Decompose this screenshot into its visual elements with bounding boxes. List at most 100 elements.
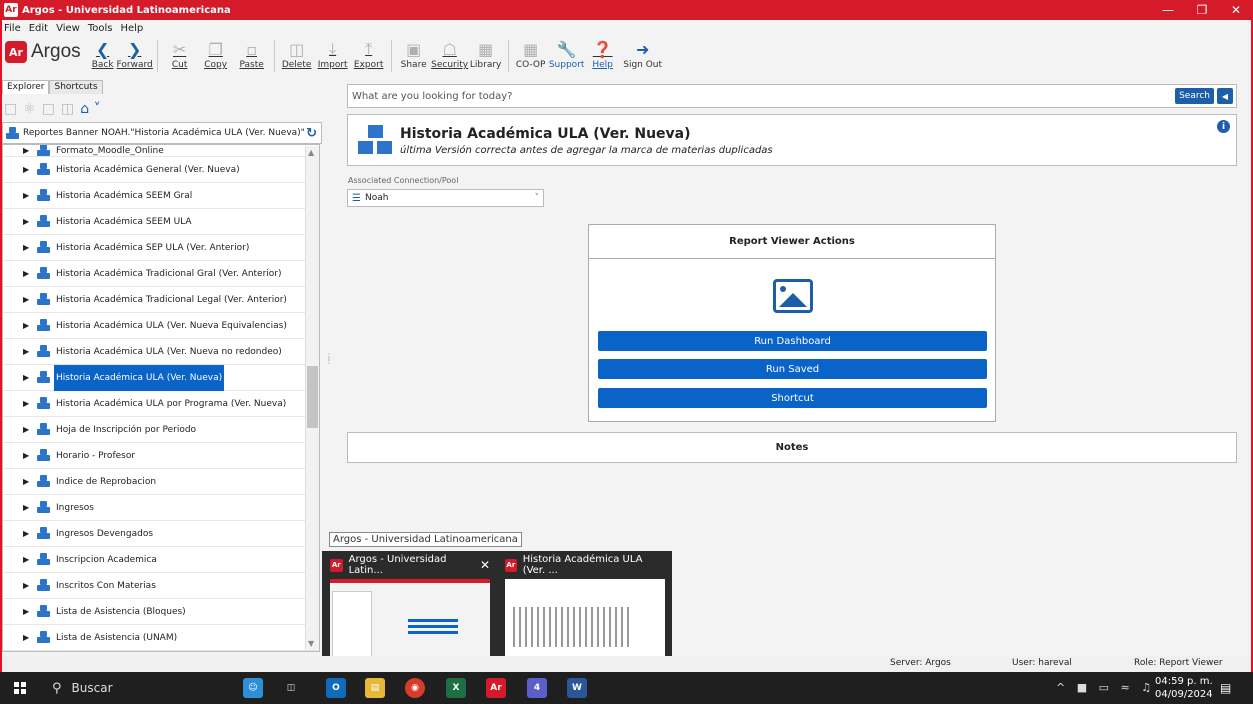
trash-icon[interactable]: ◫ (61, 101, 74, 117)
expand-arrow-icon[interactable]: ▶ (23, 269, 33, 278)
tree-item[interactable]: ▶ Historia Académica Tradicional Gral (Ve… (3, 261, 319, 287)
expand-arrow-icon[interactable]: ▶ (23, 581, 33, 590)
library-button[interactable]: ▦ Library (468, 38, 504, 71)
excel-icon[interactable]: X (446, 678, 466, 698)
tree-item[interactable]: ▶ Horario - Profesor (3, 443, 319, 469)
delete-button[interactable]: ◫ Delete (279, 38, 315, 71)
tree-item[interactable]: ▶ Lista de Asistencia (UNAM) (3, 625, 319, 651)
cut-button[interactable]: ✂ Cut (162, 38, 198, 71)
search-bar[interactable]: What are you looking for today? Search ◀ (347, 84, 1237, 108)
tree-item[interactable]: ▶ Historia Académica General (Ver. Nueva) (3, 157, 319, 183)
tree-item[interactable]: ▶ Inscripcion Academica (3, 547, 319, 573)
tree-item[interactable]: ▶ Historia Académica Tradicional Legal (V… (3, 287, 319, 313)
expand-arrow-icon[interactable]: ▶ (23, 529, 33, 538)
argos-taskbar-icon[interactable]: Ar (486, 678, 506, 698)
export-button[interactable]: ⤒ Export (351, 38, 387, 70)
expand-arrow-icon[interactable]: ▶ (23, 425, 33, 434)
expand-arrow-icon[interactable]: ▶ (23, 347, 33, 356)
shortcut-button[interactable]: Shortcut (598, 388, 987, 408)
home-icon[interactable]: ⌂ ˅ (80, 101, 100, 117)
tree-item[interactable]: ▶ Hoja de Inscripción por Periodo (3, 417, 319, 443)
tree-item[interactable]: ▶ Historia Académica ULA (Ver. Nueva Equi… (3, 313, 319, 339)
expand-arrow-icon[interactable]: ▶ (23, 217, 33, 226)
tree-item[interactable]: ▶ Historia Académica ULA (Ver. Nueva no r… (3, 339, 319, 365)
close-icon[interactable]: ✕ (480, 558, 490, 572)
expand-arrow-icon[interactable]: ▶ (23, 503, 33, 512)
close-icon[interactable]: ✕ (1219, 0, 1253, 20)
chrome-icon[interactable]: ◉ (405, 678, 425, 698)
tree-item[interactable]: ▶ Historia Académica SEEM ULA (3, 209, 319, 235)
expand-arrow-icon[interactable]: ▶ (23, 295, 33, 304)
expand-arrow-icon[interactable]: ▶ (23, 451, 33, 460)
scroll-down-icon[interactable]: ▼ (308, 639, 314, 648)
tree-item[interactable]: ▶ Historia Académica ULA (Ver. Nueva) (3, 364, 319, 391)
splitter-handle[interactable]: ⋮ ⋮ (325, 353, 333, 365)
menu-view[interactable]: View (56, 23, 80, 34)
info-icon[interactable]: i (1217, 120, 1230, 133)
taskbar-search[interactable]: ⚲ Buscar (40, 676, 265, 700)
connection-select[interactable]: ☰ Noah ˅ (347, 189, 544, 207)
tab-shortcuts[interactable]: Shortcuts (49, 80, 103, 94)
preview-argos[interactable]: Ar Argos - Universidad Latin... ✕ (330, 554, 490, 663)
word-icon[interactable]: W (567, 678, 587, 698)
tab-explorer[interactable]: Explorer (2, 80, 50, 94)
expand-arrow-icon[interactable]: ▶ (23, 607, 33, 616)
search-input[interactable]: What are you looking for today? (352, 91, 512, 102)
expand-arrow-icon[interactable]: ▶ (23, 633, 33, 642)
tree-item[interactable]: ▶ Historia Académica ULA por Programa (Ve… (3, 391, 319, 417)
share-button[interactable]: ▣ Share (396, 38, 432, 71)
expand-arrow-icon[interactable]: ▶ (23, 191, 33, 200)
scrollbar-thumb[interactable] (307, 366, 318, 428)
menu-help[interactable]: Help (120, 23, 143, 34)
file-explorer-icon[interactable]: ▤ (365, 678, 385, 698)
expand-arrow-icon[interactable]: ▶ (23, 243, 33, 252)
minimize-icon[interactable]: — (1151, 0, 1185, 20)
preview-historia[interactable]: Ar Historia Académica ULA (Ver. ... (505, 554, 665, 663)
sign-out-button[interactable]: ➜ Sign Out (621, 38, 665, 71)
expand-arrow-icon[interactable]: ▶ (23, 555, 33, 564)
expand-arrow-icon[interactable]: ▶ (23, 165, 33, 174)
collapse-icon[interactable]: ◀ (1217, 88, 1233, 104)
new-folder-icon[interactable]: □ (4, 101, 17, 117)
security-button[interactable]: ☖ Security (431, 38, 468, 71)
tree-scrollbar[interactable]: ▲ ▼ (305, 146, 319, 650)
refresh-icon[interactable]: ↻ (306, 126, 317, 141)
expand-arrow-icon[interactable]: ▶ (23, 321, 33, 330)
new-item-icon[interactable]: □ (42, 101, 55, 117)
forward-button[interactable]: ❯ Forward (117, 38, 153, 71)
tree-item[interactable]: ▶ Lista de Asistencia (Bloques) (3, 599, 319, 625)
search-button[interactable]: Search (1175, 88, 1214, 104)
run-saved-button[interactable]: Run Saved (598, 359, 987, 379)
tree-item[interactable]: ▶ Inscritos Con Materias (3, 573, 319, 599)
tree-item[interactable]: ▶ Indice de Reprobacion (3, 469, 319, 495)
back-button[interactable]: ❮ Back (89, 38, 117, 71)
people-icon[interactable]: ☺ (243, 678, 263, 698)
menu-file[interactable]: File (4, 23, 21, 34)
tree-item[interactable]: ▶ Ingresos (3, 495, 319, 521)
notes-panel[interactable]: Notes (347, 432, 1237, 463)
run-dashboard-button[interactable]: Run Dashboard (598, 331, 987, 351)
expand-arrow-icon[interactable]: ▶ (23, 146, 33, 155)
expand-arrow-icon[interactable]: ▶ (23, 399, 33, 408)
expand-arrow-icon[interactable]: ▶ (23, 373, 33, 382)
tree-item[interactable]: ▶ Ingresos Devengados (3, 521, 319, 547)
menu-edit[interactable]: Edit (29, 23, 48, 34)
taskbar-clock[interactable]: 04:59 p. m. 04/09/2024 (1155, 675, 1213, 701)
expand-arrow-icon[interactable]: ▶ (23, 477, 33, 486)
tree-item[interactable]: ▶ Historia Académica SEEM Gral (3, 183, 319, 209)
windows-start-icon[interactable] (14, 682, 26, 694)
help-button[interactable]: ❓ Help (585, 38, 621, 71)
maximize-icon[interactable]: ❐ (1185, 0, 1219, 20)
coop-button[interactable]: ▦ CO-OP (513, 38, 549, 71)
system-tray-icons[interactable]: ^ ■ ▭ ≈ ♫ (1056, 681, 1155, 694)
tree-item[interactable]: ▶ Historia Académica SEP ULA (Ver. Anteri… (3, 235, 319, 261)
scroll-up-icon[interactable]: ▲ (308, 148, 314, 157)
notification-icon[interactable]: ▤ (1220, 681, 1231, 695)
import-button[interactable]: ⤓ Import (315, 38, 351, 70)
tree-item[interactable]: ▶ Formato_Moodle_Online (3, 145, 319, 157)
support-button[interactable]: 🔧 Support (549, 38, 585, 71)
menu-tools[interactable]: Tools (88, 23, 113, 34)
task-view-icon[interactable]: ◫ (281, 678, 301, 698)
new-report-icon[interactable]: ⚛ (23, 101, 36, 117)
paste-button[interactable]: ▫ Paste (234, 38, 270, 71)
